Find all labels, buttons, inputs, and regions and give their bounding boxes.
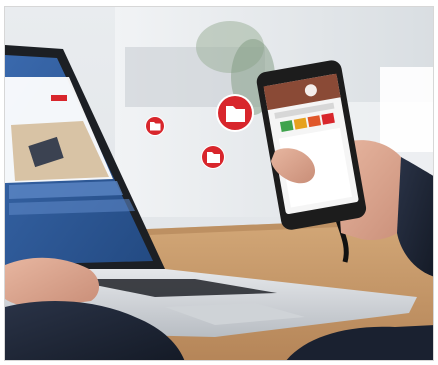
promo-photo [5, 7, 433, 360]
folder-icon [216, 94, 254, 132]
folder-icon [145, 116, 165, 136]
photo-frame [4, 6, 434, 361]
folder-icon [201, 145, 225, 169]
photo-illustration [5, 7, 433, 360]
